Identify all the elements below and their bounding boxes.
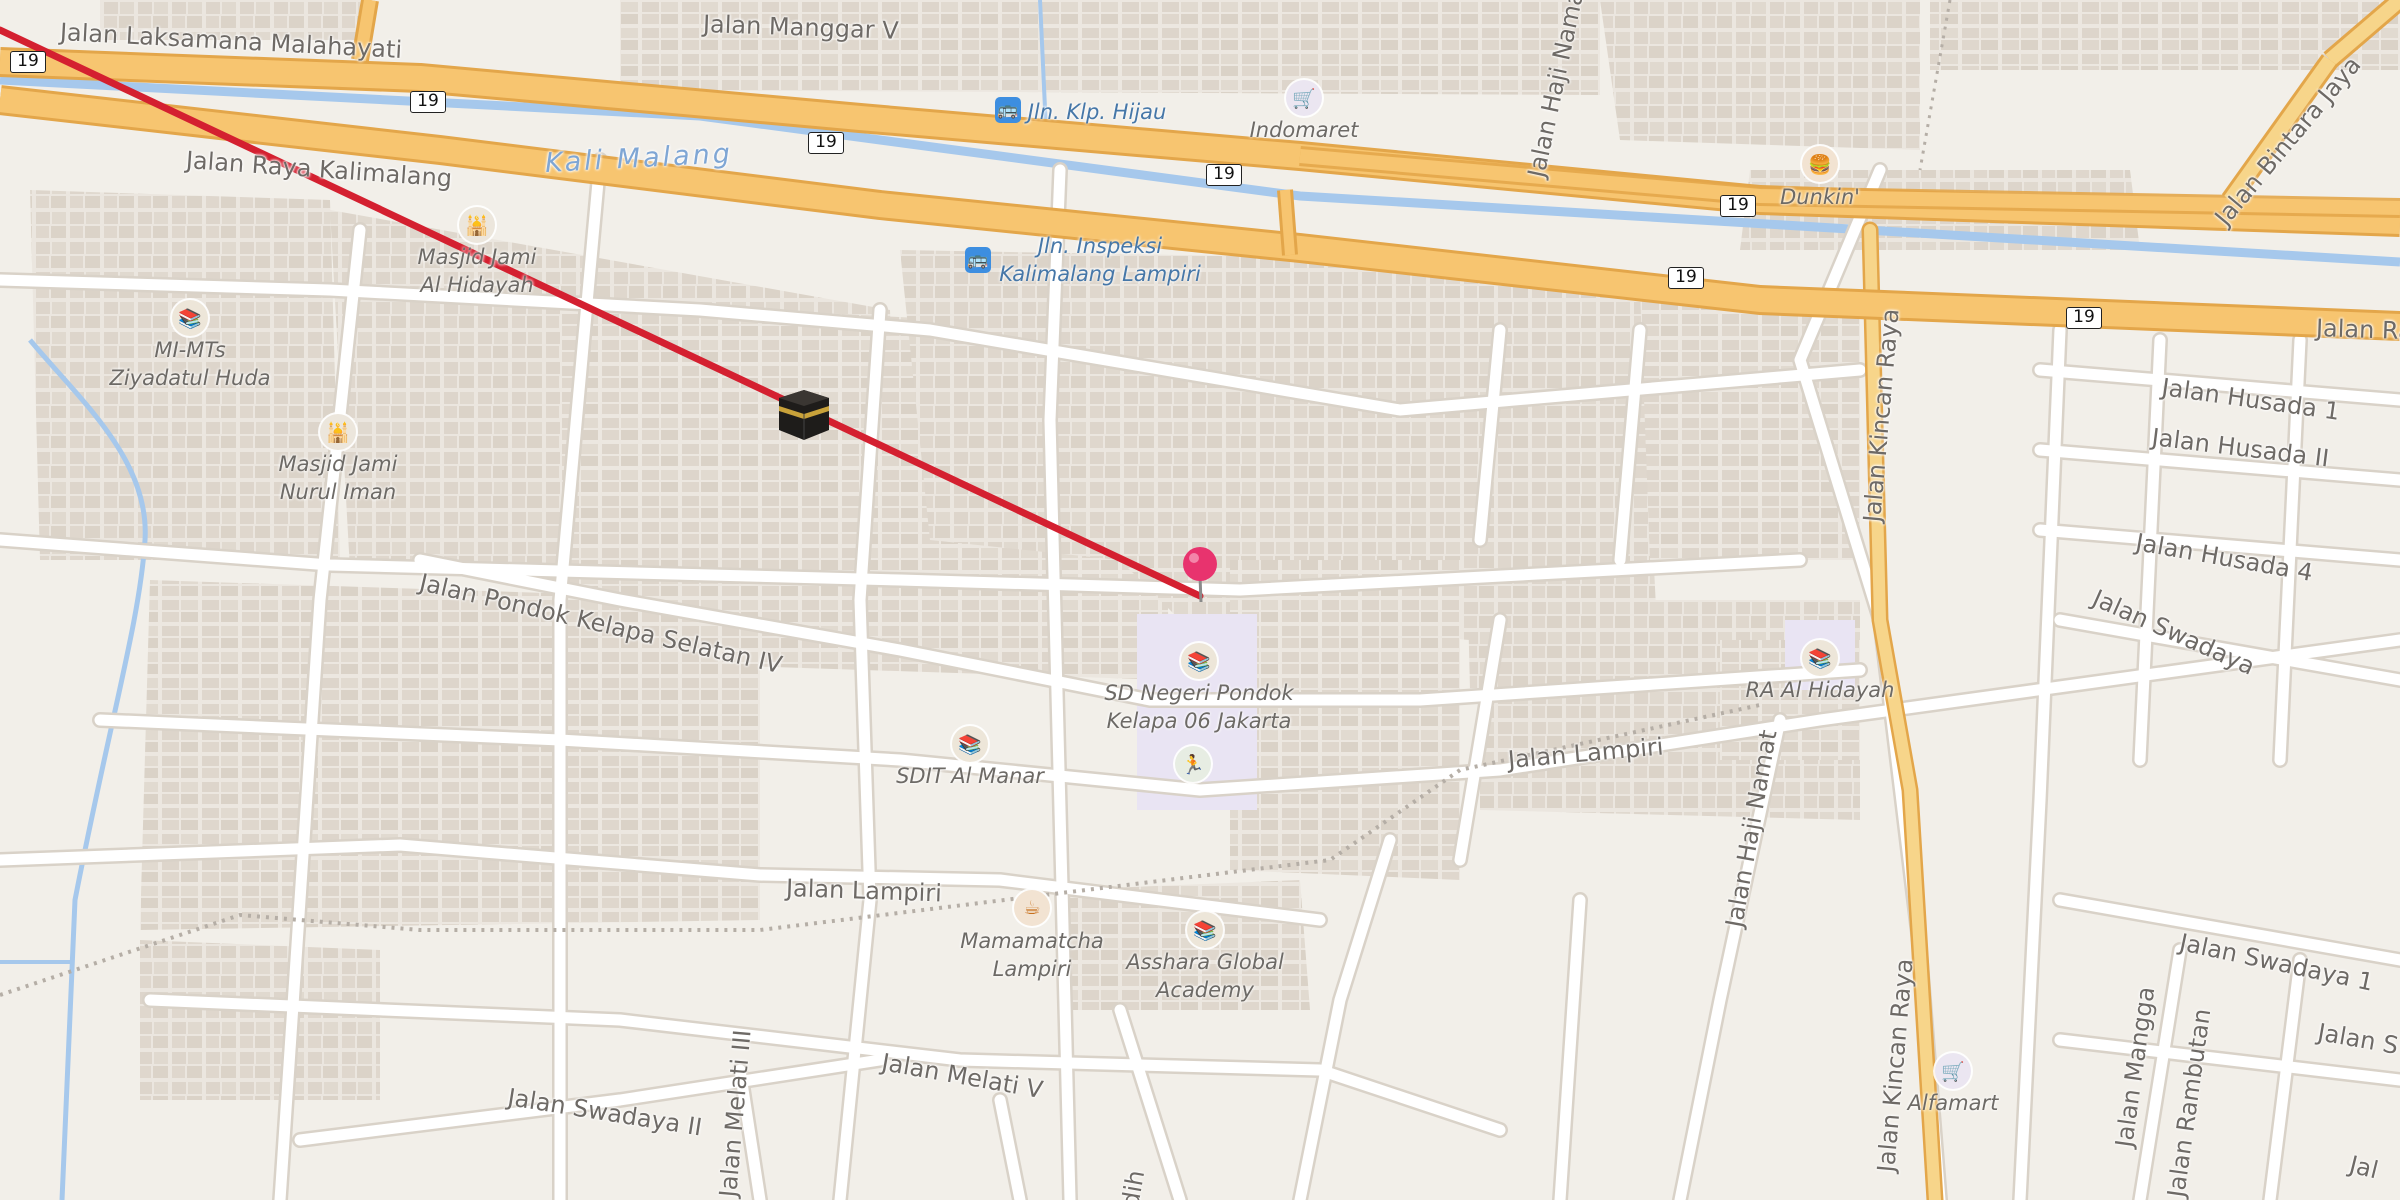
mosque-icon[interactable]: 🕌: [459, 207, 495, 243]
cafe-icon[interactable]: ☕: [1014, 890, 1050, 926]
poi-label: Mamamatcha Lampiri: [960, 929, 1104, 982]
route-shield: 19: [410, 91, 446, 113]
poi-label: Dunkin': [1780, 185, 1860, 209]
route-shield: 19: [1720, 195, 1756, 217]
road-label: Jal: [2346, 1150, 2381, 1185]
kaaba-icon[interactable]: [777, 386, 831, 442]
poi-label: Masjid Jami Nurul Iman: [278, 452, 398, 505]
route-shield: 19: [808, 132, 844, 154]
poi-label: SDIT Al Manar: [896, 764, 1044, 788]
road-label: Jalan Lampiri: [785, 874, 943, 908]
school-icon[interactable]: 📚: [1802, 640, 1838, 676]
poi-label: MI-MTs Ziyadatul Huda: [109, 338, 271, 391]
school-icon[interactable]: 📚: [952, 726, 988, 762]
shop-basket-icon[interactable]: 🛒: [1286, 80, 1322, 116]
road-label: Jalan Ra: [2315, 314, 2400, 346]
road-label: Jalan Manggar V: [702, 10, 900, 45]
route-shield: 19: [1206, 164, 1242, 186]
shop-basket-icon[interactable]: 🛒: [1935, 1053, 1971, 1089]
running-person-icon[interactable]: 🏃: [1175, 746, 1211, 782]
bus-stop-icon[interactable]: 🚌: [965, 247, 991, 273]
poi-label: Masjid Jami Al Hidayah: [417, 245, 537, 298]
school-icon[interactable]: 📚: [172, 300, 208, 336]
bus-stop-label: Jln. Klp. Hijau: [1027, 100, 1167, 124]
school-icon[interactable]: 📚: [1187, 912, 1223, 948]
burger-icon[interactable]: 🍔: [1802, 146, 1838, 182]
route-shield: 19: [1668, 267, 1704, 289]
poi-label: Asshara Global Academy: [1126, 950, 1284, 1003]
poi-label: Indomaret: [1249, 118, 1359, 142]
map-view[interactable]: 19 19 19 19 19 19 19 Kali Malang Jalan L…: [0, 0, 2400, 1200]
bus-stop-label: Jln. Inspeksi Kalimalang Lampiri: [999, 234, 1201, 287]
route-shield: 19: [2066, 307, 2102, 329]
poi-label: SD Negeri Pondok Kelapa 06 Jakarta: [1104, 681, 1294, 734]
road-label: dih: [1116, 1168, 1151, 1200]
poi-label: RA Al Hidayah: [1745, 678, 1895, 702]
school-icon[interactable]: 📚: [1181, 643, 1217, 679]
mosque-icon[interactable]: 🕌: [320, 414, 356, 450]
poi-label: Alfamart: [1907, 1091, 1999, 1115]
bus-stop-icon[interactable]: 🚌: [995, 97, 1021, 123]
route-shield: 19: [10, 51, 46, 73]
location-pin-icon[interactable]: [1181, 546, 1219, 604]
